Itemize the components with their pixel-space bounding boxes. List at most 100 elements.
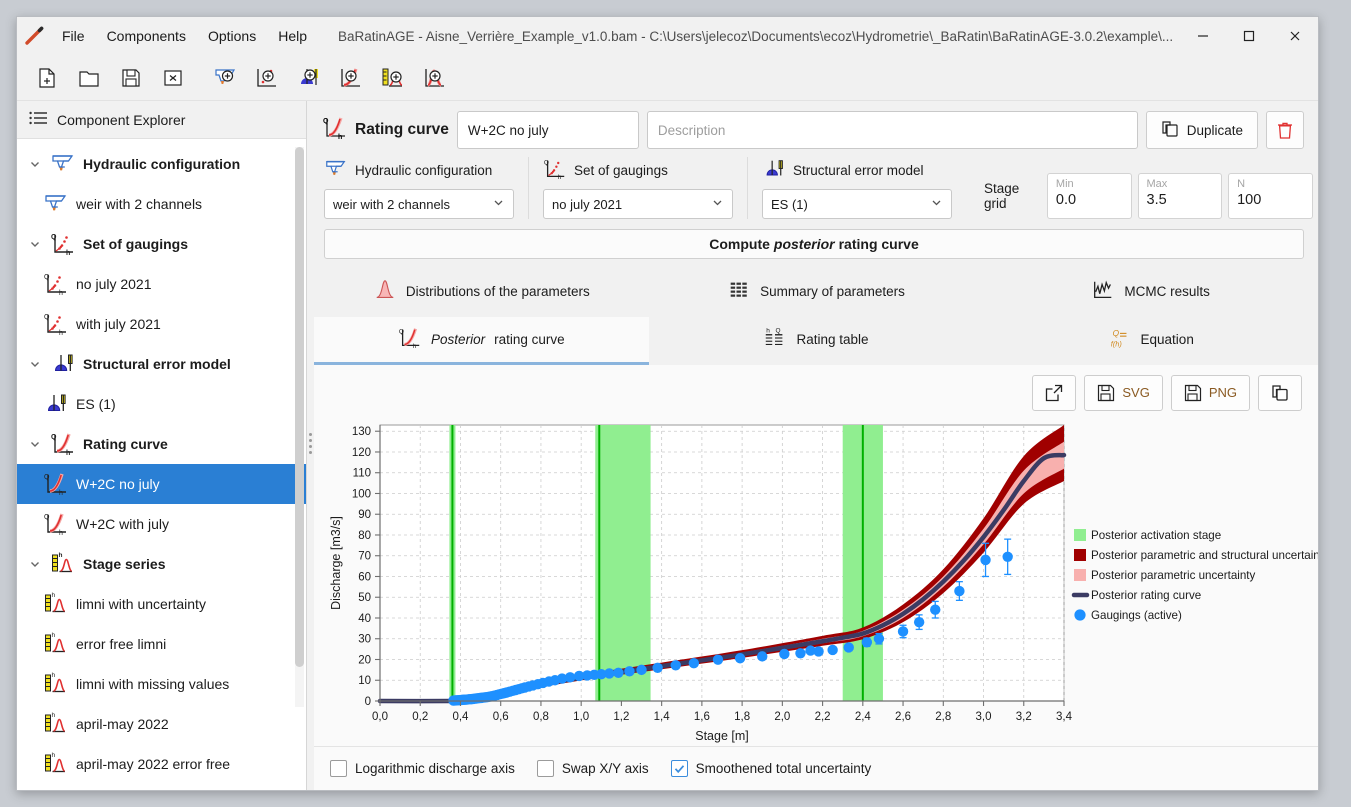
tree-item-limni-with-missing-values[interactable]: h limni with missing values <box>17 664 306 704</box>
tree-item-label: limni with missing values <box>76 676 230 692</box>
config-select-structural-error-model[interactable]: ES (1) <box>762 189 952 219</box>
svg-text:h: h <box>66 450 70 457</box>
checkbox-box[interactable] <box>536 760 554 777</box>
svg-text:100: 100 <box>352 488 371 500</box>
tree-item-w-2c-with-july[interactable]: Qh W+2C with july <box>17 504 306 544</box>
add-stage-series-icon[interactable] <box>373 59 413 97</box>
checkbox-box[interactable] <box>330 760 347 777</box>
stage-grid: Stage gridMin0.0Max3.5N100Step0.035 <box>984 173 1318 219</box>
toolbar <box>17 55 1318 101</box>
tree-item-limni-with-uncertainty[interactable]: h limni with uncertainty <box>17 584 306 624</box>
checkbox-smoothened-total-uncertainty[interactable]: Smoothened total uncertainty <box>670 760 871 777</box>
menu-help[interactable]: Help <box>267 17 318 55</box>
rating-curve-panel: Q h Rating curve Duplicate <box>314 101 1318 790</box>
config-select-set-of-gaugings[interactable]: no july 2021 <box>543 189 733 219</box>
compute-posterior-rating-curve-button[interactable]: Compute posterior rating curve <box>324 229 1304 259</box>
duplicate-icon <box>1161 120 1179 141</box>
open-external-button[interactable] <box>1032 374 1077 411</box>
minimize-button[interactable] <box>1180 17 1226 55</box>
open-folder-icon[interactable] <box>69 59 109 97</box>
gaugings-icon: Qh <box>43 271 69 297</box>
svg-text:Q: Q <box>44 514 50 521</box>
tree-item-rating-curve[interactable]: Qh Rating curve <box>17 424 306 464</box>
svg-text:70: 70 <box>358 551 371 563</box>
checkbox-box[interactable] <box>670 760 688 777</box>
chevron-down-icon[interactable] <box>27 556 43 572</box>
tree-item-april-may-2022-error-free[interactable]: h april-may 2022 error free <box>17 744 306 784</box>
stage-grid-n-field[interactable]: N 100 <box>1228 173 1313 219</box>
tab-distributions-of-the-parameters[interactable]: Distributions of the parameters <box>314 269 649 317</box>
svg-text:1,8: 1,8 <box>734 711 750 723</box>
tree-item-weir-with-2-channels[interactable]: weir with 2 channels <box>17 184 306 224</box>
chevron-down-icon[interactable] <box>711 196 724 212</box>
tree-item-es-1[interactable]: ES (1) <box>17 384 306 424</box>
stage-grid-field-label: Min <box>1055 178 1074 190</box>
rating-curve-config-row: Hydraulic configuration weir with 2 chann… <box>314 153 1318 227</box>
tab-mcmc-results[interactable]: MCMC results <box>983 269 1318 317</box>
svg-text:3,0: 3,0 <box>976 711 992 723</box>
menu-options[interactable]: Options <box>197 17 267 55</box>
svg-text:Q: Q <box>776 327 781 334</box>
checkbox-logarithmic-discharge-axis[interactable]: Logarithmic discharge axis <box>330 760 515 777</box>
chevron-down-icon[interactable] <box>27 236 43 252</box>
svg-text:h: h <box>52 672 56 679</box>
mcmc-icon <box>1091 278 1115 305</box>
menu-file[interactable]: File <box>51 17 96 55</box>
y-axis-label: Discharge [m3/s] <box>329 516 343 610</box>
tree-item-with-july-2021[interactable]: Qh with july 2021 <box>17 304 306 344</box>
new-file-icon[interactable] <box>27 59 67 97</box>
checkbox-swap-x-y-axis[interactable]: Swap X/Y axis <box>536 760 649 777</box>
config-select-hydraulic-configuration[interactable]: weir with 2 channels <box>324 189 514 219</box>
tab-summary-of-parameters[interactable]: Summary of parameters <box>649 269 984 317</box>
chart-legend: Posterior activation stage Posterior para… <box>1071 528 1318 622</box>
add-rating-curve-icon[interactable] <box>331 59 371 97</box>
add-set-of-gaugings-icon[interactable] <box>247 59 287 97</box>
tree-item-set-of-gaugings[interactable]: Qh Set of gaugings <box>17 224 306 264</box>
tree-item-label: no july 2021 <box>76 276 152 292</box>
save-svg-button[interactable]: SVG <box>1084 374 1163 411</box>
sidebar-scrollbar[interactable] <box>295 147 304 707</box>
chevron-down-icon[interactable] <box>27 436 43 452</box>
config-select-value: weir with 2 channels <box>333 196 451 212</box>
tree-item-structural-error-model[interactable]: Structural error model <box>17 344 306 384</box>
tab-equation[interactable]: Qf(h) Equation <box>983 317 1318 365</box>
rating-curve-title: Q h Rating curve <box>322 115 449 146</box>
menu-components[interactable]: Components <box>96 17 197 55</box>
maximize-button[interactable] <box>1226 17 1272 55</box>
tree-item-hydraulic-configuration[interactable]: Hydraulic configuration <box>17 144 306 184</box>
add-structural-error-model-icon[interactable] <box>289 59 329 97</box>
tab-rating-table[interactable]: h Q Rating table <box>649 317 984 365</box>
tree-item-discharge-series[interactable]: QtDischarge series <box>17 784 306 790</box>
save-png-button[interactable]: PNG <box>1170 374 1250 411</box>
gaugings-icon: Qh <box>43 311 69 337</box>
rating-curve-description-input[interactable] <box>646 111 1138 149</box>
legend-swatch <box>1074 548 1086 561</box>
chevron-down-icon[interactable] <box>492 196 505 212</box>
delete-button[interactable] <box>1266 111 1304 149</box>
tab-posterior-rating-curve[interactable]: Qh Posterior rating curve <box>314 316 649 365</box>
chevron-down-icon[interactable] <box>930 196 943 212</box>
add-hydraulic-configuration-icon[interactable] <box>205 59 245 97</box>
stage-grid-min-field[interactable]: Min 0.0 <box>1046 173 1132 219</box>
sidebar-scrollbar-thumb[interactable] <box>295 147 304 667</box>
add-discharge-series-icon[interactable] <box>415 59 455 97</box>
tree-item-w-2c-no-july[interactable]: Qh W+2C no july <box>17 464 306 504</box>
stage-grid-field-value: 100 <box>1237 192 1262 208</box>
close-file-icon[interactable] <box>153 59 193 97</box>
tree-item-april-may-2022[interactable]: h april-may 2022 <box>17 704 306 744</box>
tree-item-stage-series[interactable]: h Stage series <box>17 544 306 584</box>
chevron-down-icon[interactable] <box>27 156 43 172</box>
chevron-down-icon[interactable] <box>27 356 43 372</box>
close-button[interactable] <box>1272 17 1318 55</box>
panel-splitter[interactable] <box>307 101 314 790</box>
stage-grid-max-field[interactable]: Max 3.5 <box>1137 173 1223 219</box>
tree-item-error-free-limni[interactable]: h error free limni <box>17 624 306 664</box>
rating-curve-name-input[interactable] <box>456 111 639 149</box>
save-icon[interactable] <box>111 59 151 97</box>
duplicate-button[interactable]: Duplicate <box>1145 111 1258 149</box>
checkbox-label: Logarithmic discharge axis <box>355 761 515 776</box>
component-explorer-header: Component Explorer <box>17 101 306 139</box>
copy-to-clipboard-button[interactable] <box>1258 374 1302 411</box>
svg-text:1,2: 1,2 <box>613 711 629 723</box>
tree-item-no-july-2021[interactable]: Qh no july 2021 <box>17 264 306 304</box>
